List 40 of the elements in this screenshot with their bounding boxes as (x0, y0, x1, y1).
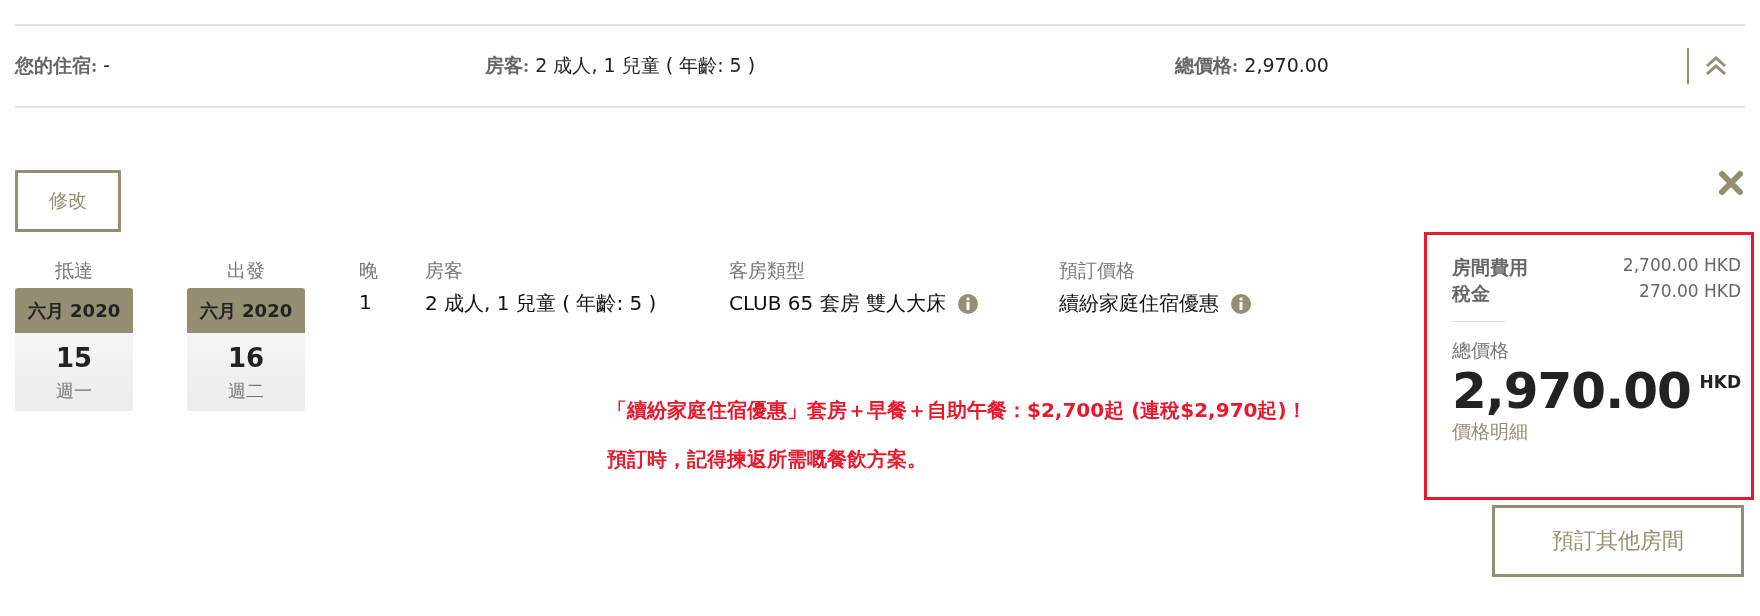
modify-button[interactable]: 修改 (15, 170, 121, 232)
date-weekday: 週二 (228, 379, 264, 403)
date-card[interactable]: 六月 2020 15 週一 (15, 288, 133, 411)
price-label: 稅金 (1452, 282, 1490, 306)
date-card[interactable]: 六月 2020 16 週二 (187, 288, 305, 411)
detail-label: 房客 (425, 258, 464, 283)
collapse-icon[interactable] (1705, 56, 1727, 76)
currency-label: HKD (1699, 372, 1741, 392)
detail-value: 續紛家庭住宿優惠 (1059, 290, 1219, 317)
date-label: 抵達 (54, 258, 94, 283)
summary-value: 2,970.00 (1244, 54, 1329, 76)
total-price: 2,970.00 (1452, 364, 1691, 419)
book-other-room-button[interactable]: 預訂其他房間 (1492, 505, 1744, 577)
info-icon[interactable] (1231, 293, 1251, 314)
price-value: 270.00 HKD (1639, 281, 1741, 303)
detail-value: 2 成人, 1 兒童 ( 年齡: 5 ) (425, 290, 657, 317)
price-value: 2,700.00 HKD (1622, 255, 1741, 277)
price-label: 房間費用 (1452, 256, 1528, 280)
summary-label: 房客: (485, 54, 530, 78)
summary-label: 總價格: (1175, 54, 1239, 78)
date-label: 出發 (226, 258, 266, 283)
summary-value: - (103, 54, 111, 76)
total-label: 總價格 (1452, 338, 1510, 363)
detail-value: CLUB 65 套房 雙人大床 (729, 290, 946, 317)
detail-label: 晚 (359, 258, 379, 283)
detail-label: 客房類型 (729, 258, 806, 283)
promo-text: 「續紛家庭住宿優惠」套房＋早餐＋自助午餐：$2,700起 (連稅$2,970起)！ (607, 397, 1308, 424)
price-breakdown-link[interactable]: 價格明細 (1452, 419, 1528, 445)
detail-label: 預訂價格 (1059, 258, 1136, 283)
close-icon[interactable] (1718, 170, 1744, 196)
summary-value: 2 成人, 1 兒童 ( 年齡: 5 ) (535, 53, 756, 78)
date-weekday: 週一 (56, 379, 92, 403)
date-day: 15 (55, 343, 93, 373)
info-icon[interactable] (958, 293, 978, 314)
promo-text: 預訂時，記得揀返所需嘅餐飲方案。 (607, 446, 928, 473)
date-month: 六月 2020 (15, 288, 133, 333)
detail-value: 1 (359, 290, 372, 314)
date-day: 16 (227, 343, 265, 373)
date-month: 六月 2020 (187, 288, 305, 333)
summary-label: 您的住宿: (15, 54, 98, 78)
